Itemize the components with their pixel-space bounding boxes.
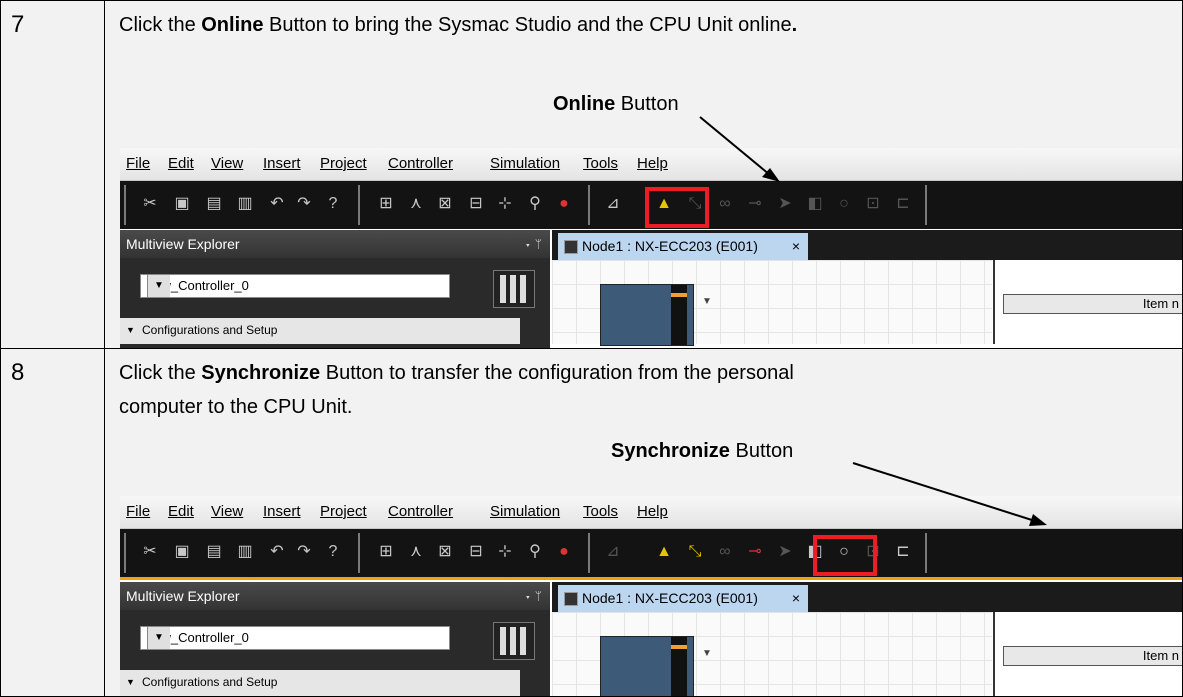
step-number: 8 [11, 359, 25, 386]
step-7-row: 7 Click the Online Button to bring the S… [1, 1, 1182, 349]
callout-arrow [699, 116, 780, 182]
step-number-cell: 8 [1, 349, 105, 696]
step-number-cell: 7 [1, 1, 105, 348]
steps-table: 7 Click the Online Button to bring the S… [0, 0, 1183, 697]
step-content: Click the Online Button to bring the Sys… [105, 1, 1182, 348]
callout-arrow [852, 462, 1047, 526]
step-content: Click the Synchronize Button to transfer… [105, 349, 1182, 696]
step-number: 7 [11, 11, 25, 38]
step-8-row: 8 Click the Synchronize Button to transf… [1, 349, 1182, 696]
